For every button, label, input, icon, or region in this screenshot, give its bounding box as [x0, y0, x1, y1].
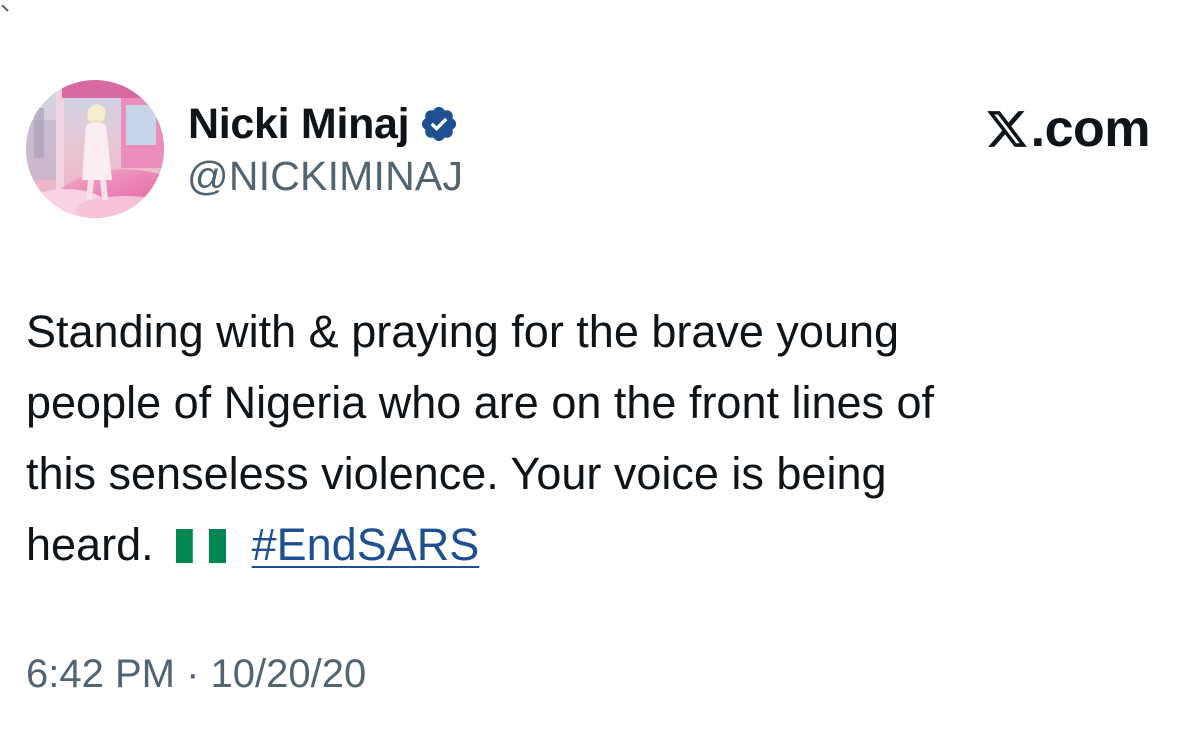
tweet-time: 6:42 PM	[26, 652, 175, 696]
hashtag-link[interactable]: #EndSARS	[252, 519, 480, 570]
tweet-line: this senseless violence. Your voice is b…	[26, 448, 887, 499]
tweet-line-last: heard. #EndSARS	[26, 509, 1146, 583]
back-arrow-icon[interactable]	[0, 0, 14, 12]
author-name-row: Nicki Minaj	[188, 96, 459, 152]
tweet-text: Standing with & praying for the brave yo…	[26, 296, 1146, 583]
brand-domain-text: .com	[1030, 100, 1151, 158]
avatar[interactable]	[26, 80, 164, 218]
tweet-timestamp[interactable]: 6:42 PM · 10/20/20	[26, 652, 366, 697]
brand-mark: .com	[985, 99, 1151, 159]
timestamp-separator: ·	[186, 652, 200, 696]
tweet-line: people of Nigeria who are on the front l…	[26, 377, 935, 428]
nigeria-flag-icon	[175, 512, 226, 583]
author-handle[interactable]: @NICKIMINAJ	[187, 153, 463, 200]
author-display-name[interactable]: Nicki Minaj	[188, 100, 410, 149]
verified-badge-icon	[419, 104, 459, 144]
x-logo-icon	[985, 107, 1029, 151]
tweet-line: Standing with & praying for the brave yo…	[26, 306, 900, 357]
tweet-date: 10/20/20	[210, 652, 367, 696]
tweet-line-prefix: heard.	[26, 519, 154, 570]
